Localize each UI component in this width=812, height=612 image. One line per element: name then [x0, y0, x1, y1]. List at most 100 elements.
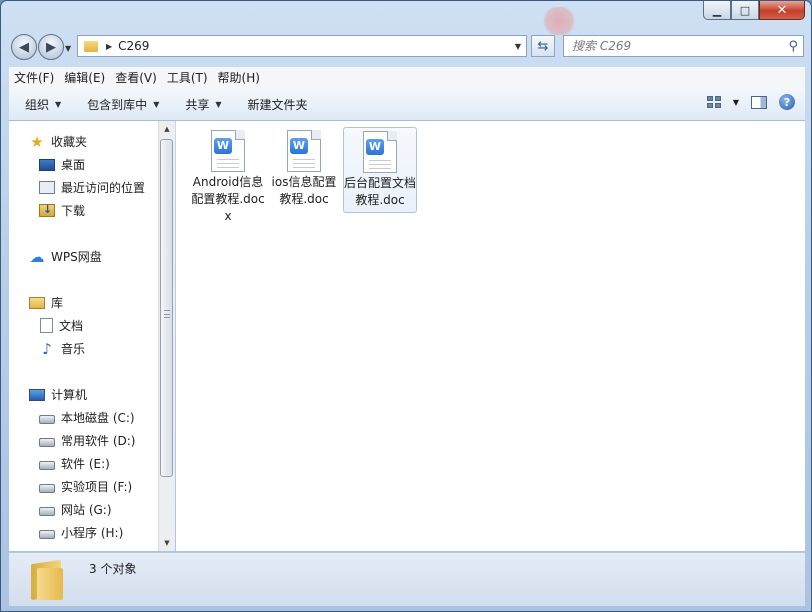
sidebar-item-downloads[interactable]: 下载 — [39, 202, 85, 219]
menu-tools[interactable]: 工具(T) — [162, 69, 213, 86]
chevron-down-icon: ▼ — [55, 99, 62, 109]
sidebar-item-label: 收藏夹 — [51, 135, 88, 149]
sidebar-item-label: 实验项目 (F:) — [61, 480, 133, 494]
recent-places-icon — [39, 181, 55, 194]
sidebar-item-documents[interactable]: 文档 — [40, 317, 83, 334]
sidebar-item-drive-e[interactable]: 软件 (E:) — [39, 455, 110, 472]
minimize-button[interactable]: ▁ — [703, 1, 731, 20]
title-bar[interactable]: ▁ □ ✕ — [1, 1, 811, 35]
sidebar-item-label: WPS网盘 — [51, 250, 102, 264]
file-view[interactable]: W Android信息配置教程.docx W ios信息配置教程.doc W 后… — [176, 121, 805, 551]
chevron-down-icon: ▼ — [153, 99, 160, 109]
wps-writer-icon: W — [211, 130, 245, 172]
sidebar-item-libraries[interactable]: 库 — [29, 294, 63, 311]
sidebar-item-label: 计算机 — [51, 388, 88, 402]
sidebar-item-label: 小程序 (H:) — [61, 526, 124, 540]
refresh-button[interactable]: ⇆ — [531, 35, 555, 57]
navigation-scrollbar[interactable]: ▲ ▼ — [158, 121, 175, 551]
search-icon[interactable]: ⚲ — [788, 39, 798, 54]
change-view-icon[interactable] — [706, 96, 721, 108]
window-controls: ▁ □ ✕ — [703, 1, 805, 21]
sidebar-item-label: 本地磁盘 (C:) — [61, 411, 135, 425]
chevron-down-icon: ▼ — [215, 99, 222, 109]
address-dropdown-icon[interactable]: ▼ — [515, 42, 521, 51]
scroll-down-icon[interactable]: ▼ — [159, 535, 175, 551]
sidebar-item-music[interactable]: ♪ 音乐 — [39, 340, 85, 357]
wps-writer-icon: W — [287, 130, 321, 172]
details-pane: 3 个对象 — [9, 552, 805, 606]
sidebar-item-drive-h[interactable]: 小程序 (H:) — [39, 524, 123, 541]
search-input[interactable] — [570, 38, 774, 54]
include-in-library-button[interactable]: 包含到库中 ▼ — [79, 96, 167, 113]
file-name: 后台配置文档教程.doc — [344, 176, 417, 207]
recent-pages-dropdown-icon[interactable]: ▼ — [65, 44, 71, 53]
downloads-icon — [39, 203, 55, 217]
sidebar-item-label: 最近访问的位置 — [61, 181, 146, 195]
new-folder-label: 新建文件夹 — [247, 97, 308, 112]
hard-drive-icon — [39, 507, 55, 516]
sidebar-item-label: 文档 — [59, 319, 84, 333]
folder-icon — [84, 40, 98, 52]
grip-icon — [164, 310, 170, 318]
breadcrumb-arrow-icon[interactable]: ▶ — [106, 42, 112, 51]
maximize-button[interactable]: □ — [731, 1, 759, 20]
search-box: ⚲ — [563, 35, 804, 57]
share-label: 共享 — [185, 97, 210, 112]
scroll-up-icon[interactable]: ▲ — [159, 121, 175, 137]
sidebar-item-drive-c[interactable]: 本地磁盘 (C:) — [39, 409, 135, 426]
sidebar-item-desktop[interactable]: 桌面 — [39, 156, 85, 173]
sidebar-item-drive-g[interactable]: 网站 (G:) — [39, 501, 112, 518]
refresh-icon: ⇆ — [537, 38, 549, 54]
sidebar-item-favorites[interactable]: ★ 收藏夹 — [29, 133, 87, 150]
scrollbar-thumb[interactable] — [160, 139, 173, 477]
music-note-icon: ♪ — [42, 339, 52, 358]
sidebar-item-wps-cloud[interactable]: ☁ WPS网盘 — [29, 248, 102, 265]
sidebar-item-label: 音乐 — [61, 342, 86, 356]
breadcrumb-current[interactable]: C269 — [118, 39, 149, 53]
address-bar[interactable]: ▶ C269 ▼ — [77, 35, 527, 57]
star-icon: ★ — [30, 132, 44, 151]
preview-pane-icon[interactable] — [751, 95, 767, 109]
help-icon[interactable]: ? — [779, 94, 795, 110]
menu-help[interactable]: 帮助(H) — [213, 69, 265, 86]
menu-bar: 文件(F) 编辑(E) 查看(V) 工具(T) 帮助(H) — [9, 67, 805, 89]
desktop-icon — [39, 158, 55, 171]
navigation-row: ◀ ▶ ▼ ▶ C269 ▼ ⇆ ⚲ — [1, 31, 811, 63]
back-arrow-icon: ◀ — [19, 39, 29, 55]
file-name: Android信息配置教程.docx — [191, 175, 265, 223]
explorer-window: ▁ □ ✕ ◀ ▶ ▼ ▶ C269 ▼ ⇆ ⚲ 文件(F) 编辑(E) 查看(… — [0, 0, 812, 612]
sidebar-item-label: 下载 — [61, 204, 86, 218]
hard-drive-icon — [39, 438, 55, 447]
forward-arrow-icon: ▶ — [46, 39, 56, 55]
sidebar-item-label: 常用软件 (D:) — [61, 434, 136, 448]
view-dropdown-icon[interactable]: ▼ — [733, 98, 739, 107]
hard-drive-icon — [39, 415, 55, 424]
computer-icon — [29, 388, 45, 401]
new-folder-button[interactable]: 新建文件夹 — [240, 96, 316, 113]
library-icon — [29, 296, 45, 309]
folder-icon — [27, 558, 67, 601]
file-item[interactable]: W ios信息配置教程.doc — [267, 127, 341, 213]
sidebar-item-drive-d[interactable]: 常用软件 (D:) — [39, 432, 135, 449]
view-controls: ▼ ? — [706, 94, 795, 110]
menu-edit[interactable]: 编辑(E) — [59, 69, 110, 86]
item-count: 3 个对象 — [89, 562, 137, 576]
hard-drive-icon — [39, 461, 55, 470]
include-in-library-label: 包含到库中 — [87, 97, 148, 112]
menu-file[interactable]: 文件(F) — [9, 69, 59, 86]
hard-drive-icon — [39, 530, 55, 539]
share-button[interactable]: 共享 ▼ — [177, 96, 229, 113]
back-button[interactable]: ◀ — [11, 34, 37, 60]
navigation-pane: ★ 收藏夹 桌面 最近访问的位置 下载 ☁ WPS网盘 库 文档 ♪ — [9, 121, 158, 551]
sidebar-item-computer[interactable]: 计算机 — [29, 386, 87, 403]
sidebar-item-drive-f[interactable]: 实验项目 (F:) — [39, 478, 132, 495]
close-button[interactable]: ✕ — [759, 1, 805, 20]
sidebar-item-label: 网站 (G:) — [61, 503, 112, 517]
file-item-selected[interactable]: W 后台配置文档教程.doc — [343, 127, 417, 213]
menu-view[interactable]: 查看(V) — [110, 69, 162, 86]
hard-drive-icon — [39, 484, 55, 493]
sidebar-item-recent-places[interactable]: 最近访问的位置 — [39, 179, 145, 196]
forward-button[interactable]: ▶ — [38, 34, 64, 60]
file-item[interactable]: W Android信息配置教程.docx — [191, 127, 265, 223]
organize-button[interactable]: 组织 ▼ — [17, 96, 69, 113]
